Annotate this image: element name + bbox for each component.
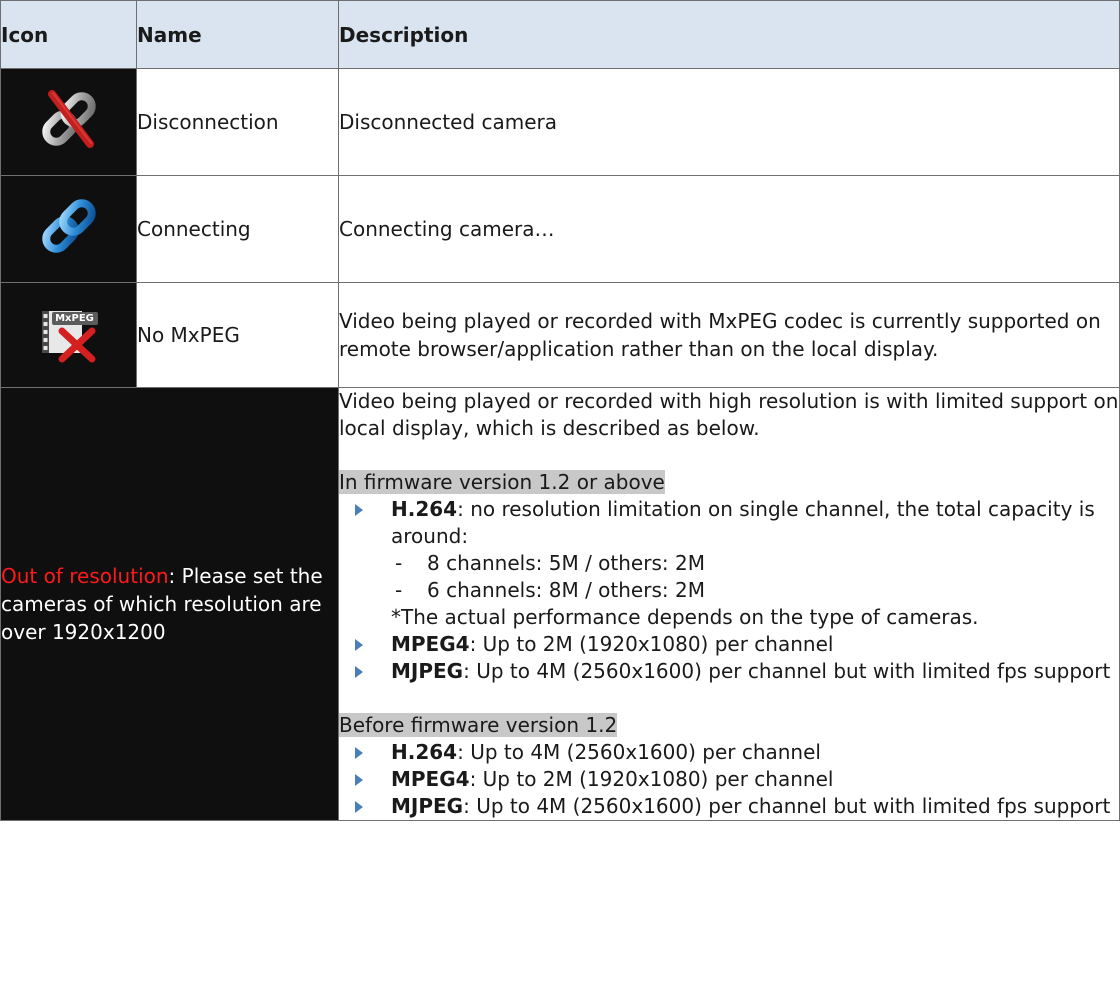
bullet-triangle-icon	[355, 801, 363, 813]
icon-table: Icon Name Description Disconnection Disc…	[0, 0, 1120, 821]
row-description: Video being played or recorded with MxPE…	[338, 282, 1120, 388]
codec-name: H.264	[391, 497, 458, 521]
row-description: Disconnected camera	[338, 68, 1120, 176]
codec-name: MJPEG	[391, 659, 464, 683]
connecting-icon	[32, 189, 106, 263]
list-item: H.264: Up to 4M (2560x1600) per channel	[339, 739, 1119, 766]
codec-name: MJPEG	[391, 794, 464, 818]
bullet-triangle-icon	[355, 504, 363, 516]
table-row: MxPEG No MxPEG Video being played or rec…	[0, 282, 1120, 388]
out-of-resolution-title: Out of resolution	[1, 564, 169, 588]
list-item: MJPEG: Up to 4M (2560x1600) per channel …	[339, 658, 1119, 685]
section-heading: In firmware version 1.2 or above	[339, 470, 665, 494]
document-page: Icon Name Description Disconnection Disc…	[0, 0, 1120, 821]
codec-name: H.264	[391, 740, 458, 764]
table-header-row: Icon Name Description	[0, 0, 1120, 69]
table-row: Connecting Connecting camera…	[0, 175, 1120, 283]
mxpeg-badge-label: MxPEG	[55, 312, 94, 324]
performance-note: *The actual performance depends on the t…	[391, 605, 979, 629]
sub-list: -8 channels: 5M / others: 2M -6 channels…	[391, 550, 1119, 631]
codec-name: MPEG4	[391, 767, 470, 791]
row-name: No MxPEG	[136, 282, 339, 388]
row-name: Connecting	[136, 175, 339, 283]
row-name: Disconnection	[136, 68, 339, 176]
bullet-triangle-icon	[355, 747, 363, 759]
list-item: MJPEG: Up to 4M (2560x1600) per channel …	[339, 793, 1119, 820]
bullet-triangle-icon	[355, 774, 363, 786]
header-icon: Icon	[0, 0, 137, 69]
codec-text: : no resolution limitation on single cha…	[391, 497, 1095, 548]
codec-text: : Up to 2M (1920x1080) per channel	[469, 632, 834, 656]
table-row: Out of resolution: Please set the camera…	[0, 387, 1120, 821]
codec-list: H.264: no resolution limitation on singl…	[339, 496, 1119, 685]
out-of-resolution-description: Video being played or recorded with high…	[338, 387, 1120, 821]
header-description: Description	[338, 0, 1120, 69]
no-mxpeg-icon: MxPEG	[32, 295, 106, 369]
disconnection-icon	[32, 82, 106, 156]
icon-cell: MxPEG	[0, 282, 137, 388]
sub-list-item: -6 channels: 8M / others: 2M	[395, 578, 705, 602]
row-description: Connecting camera…	[338, 175, 1120, 283]
out-of-resolution-cell: Out of resolution: Please set the camera…	[0, 387, 339, 821]
sub-list-item: -8 channels: 5M / others: 2M	[395, 551, 705, 575]
codec-text: : Up to 4M (2560x1600) per channel but w…	[463, 659, 1111, 683]
codec-text: : Up to 4M (2560x1600) per channel but w…	[463, 794, 1111, 818]
list-item: MPEG4: Up to 2M (1920x1080) per channel	[339, 766, 1119, 793]
codec-text: : Up to 2M (1920x1080) per channel	[469, 767, 834, 791]
intro-text: Video being played or recorded with high…	[339, 389, 1119, 440]
codec-text: : Up to 4M (2560x1600) per channel	[457, 740, 821, 764]
codec-name: MPEG4	[391, 632, 470, 656]
list-item: MPEG4: Up to 2M (1920x1080) per channel	[339, 631, 1119, 658]
table-row: Disconnection Disconnected camera	[0, 68, 1120, 176]
bullet-triangle-icon	[355, 666, 363, 678]
icon-cell	[0, 68, 137, 176]
section-heading: Before firmware version 1.2	[339, 713, 618, 737]
icon-cell	[0, 175, 137, 283]
codec-list: H.264 : Up to 4M (2560x1600) per channel …	[339, 739, 1119, 820]
header-name: Name	[136, 0, 339, 69]
bullet-triangle-icon	[355, 639, 363, 651]
list-item: H.264: no resolution limitation on singl…	[339, 496, 1119, 631]
